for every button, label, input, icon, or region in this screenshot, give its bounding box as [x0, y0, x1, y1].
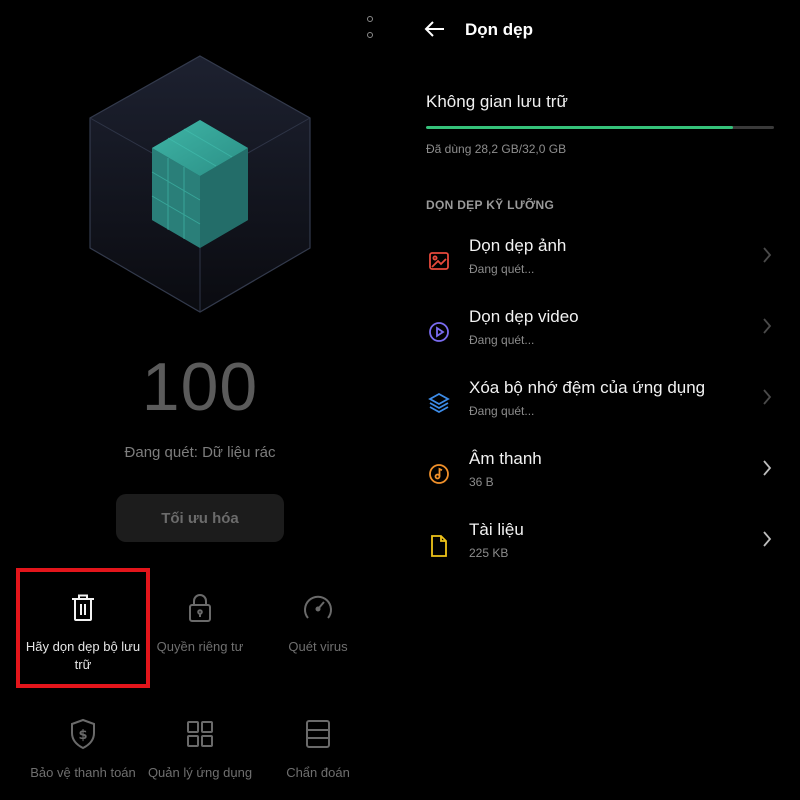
optimize-button[interactable]: Tối ưu hóa — [116, 494, 284, 542]
page-title: Dọn dẹp — [465, 20, 533, 39]
chevron-right-icon — [762, 246, 776, 266]
score-value: 100 — [141, 349, 259, 425]
storage-title: Không gian lưu trữ — [426, 92, 568, 111]
section-header: DỌN DẸP KỸ LƯỠNG — [426, 198, 555, 212]
highlight-annotation-box — [16, 568, 150, 688]
list-item-app-cache[interactable]: Xóa bộ nhớ đệm của ứng dụng Đang quét... — [400, 378, 800, 438]
tile-diagnosis[interactable]: Chẩn đoán — [253, 716, 383, 782]
scan-status-text: Đang quét: Dữ liệu rác — [124, 444, 276, 461]
storage-progress-bar — [426, 126, 774, 129]
tile-label: Quét virus — [288, 639, 348, 654]
item-subtitle: Đang quét... — [469, 333, 535, 347]
phone-manager-panel: 100 Đang quét: Dữ liệu rác Tối ưu hóa Hã… — [0, 0, 400, 800]
item-subtitle: 225 KB — [469, 546, 509, 560]
svg-text:$: $ — [78, 728, 87, 743]
chevron-right-icon — [762, 530, 776, 550]
tile-payment-protection[interactable]: $ Bảo vệ thanh toán — [18, 716, 148, 782]
list-item-video-cleanup[interactable]: Dọn dẹp video Đang quét... — [400, 307, 800, 367]
list-item-documents[interactable]: Tài liệu 225 KB — [400, 520, 800, 580]
lock-icon — [182, 590, 218, 626]
tile-app-management[interactable]: Quản lý ứng dụng — [135, 716, 265, 782]
item-subtitle: Đang quét... — [469, 404, 535, 418]
item-title: Dọn dẹp ảnh — [469, 236, 567, 255]
tile-label: Quyền riêng tư — [156, 639, 244, 654]
tile-label: Quản lý ứng dụng — [147, 765, 253, 780]
tile-label: Bảo vệ thanh toán — [30, 765, 136, 780]
grid-icon — [182, 716, 218, 752]
music-icon — [428, 463, 450, 485]
storage-progress-fill — [426, 126, 733, 129]
tile-virus-scan[interactable]: Quét virus — [253, 590, 383, 656]
play-circle-icon — [428, 321, 450, 343]
chevron-right-icon — [762, 459, 776, 479]
list-item-audio[interactable]: Âm thanh 36 B — [400, 449, 800, 509]
chevron-right-icon — [762, 317, 776, 337]
item-title: Âm thanh — [469, 449, 542, 468]
item-title: Dọn dẹp video — [469, 307, 579, 326]
document-icon — [428, 534, 450, 557]
photo-icon — [428, 250, 450, 272]
list-item-photo-cleanup[interactable]: Dọn dẹp ảnh Đang quét... — [400, 236, 800, 296]
item-subtitle: 36 B — [469, 475, 494, 489]
cleanup-panel: Dọn dẹp Không gian lưu trữ Đã dùng 28,2 … — [400, 0, 800, 800]
item-title: Tài liệu — [469, 520, 524, 539]
more-options-icon[interactable] — [362, 16, 378, 38]
layers-icon — [428, 392, 450, 414]
item-subtitle: Đang quét... — [469, 262, 535, 276]
cube-illustration — [80, 52, 320, 322]
shield-dollar-icon: $ — [65, 716, 101, 752]
chevron-right-icon — [762, 388, 776, 408]
tile-label: Chẩn đoán — [286, 765, 350, 780]
diagnosis-icon — [300, 716, 336, 752]
tile-privacy[interactable]: Quyền riêng tư — [135, 590, 265, 656]
speedometer-icon — [300, 590, 336, 626]
storage-used-text: Đã dùng 28,2 GB/32,0 GB — [426, 142, 567, 156]
item-title: Xóa bộ nhớ đệm của ứng dụng — [469, 378, 706, 397]
back-arrow-icon[interactable] — [424, 18, 448, 42]
